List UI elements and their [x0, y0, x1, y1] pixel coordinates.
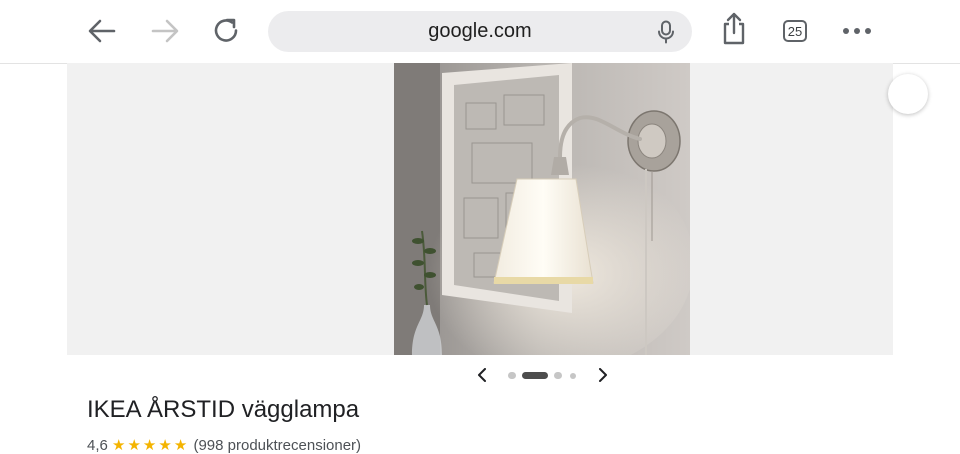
browser-toolbar: google.com 25: [0, 0, 960, 64]
rating-value: 4,6: [87, 437, 108, 454]
address-bar[interactable]: google.com: [268, 11, 692, 52]
back-arrow-icon[interactable]: [85, 14, 119, 48]
tab-count: 25: [783, 20, 807, 42]
chevron-right-icon[interactable]: [593, 366, 613, 384]
more-icon[interactable]: [840, 14, 874, 48]
next-image-button[interactable]: [888, 74, 928, 114]
product-title: IKEA ÅRSTID vägglampa: [87, 396, 360, 423]
chevron-left-icon[interactable]: [472, 366, 492, 384]
product-image[interactable]: [394, 63, 690, 355]
review-count-link[interactable]: (998 produktrecensioner): [193, 437, 361, 454]
microphone-icon[interactable]: [654, 19, 678, 45]
url-text: google.com: [428, 20, 532, 42]
star-rating-icon: ★★★★★: [112, 437, 190, 454]
image-carousel-controls: [0, 362, 960, 388]
carousel-dot[interactable]: [554, 372, 562, 379]
product-rating: 4,6 ★★★★★ (998 produktrecensioner): [87, 436, 361, 454]
share-icon[interactable]: [717, 12, 751, 46]
carousel-dot[interactable]: [508, 372, 516, 379]
forward-arrow-icon[interactable]: [148, 14, 182, 48]
reload-icon[interactable]: [210, 14, 244, 48]
tabs-icon[interactable]: 25: [778, 14, 812, 48]
carousel-dot[interactable]: [570, 373, 576, 379]
carousel-dot-active[interactable]: [522, 372, 548, 379]
product-image-gallery[interactable]: [67, 63, 893, 355]
